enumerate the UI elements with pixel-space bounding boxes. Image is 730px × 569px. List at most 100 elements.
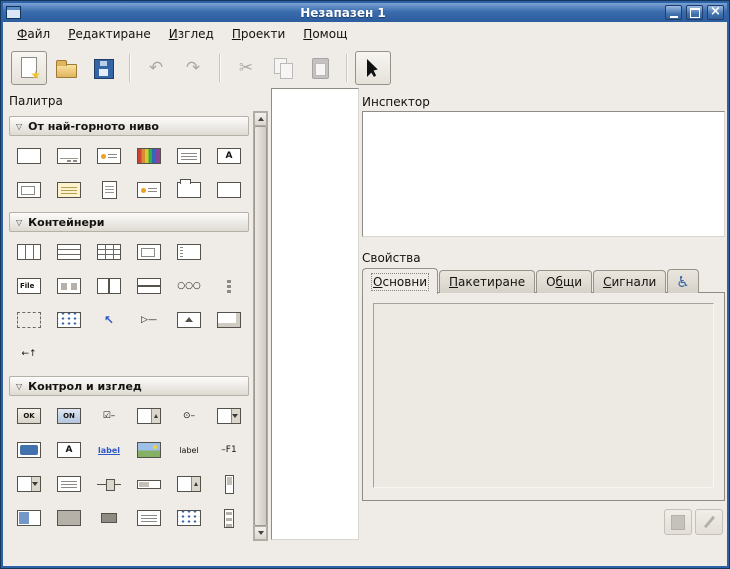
menu-item-help[interactable]: Помощ: [294, 23, 356, 45]
palette-item-vscrollbar[interactable]: [209, 467, 249, 501]
tab-general[interactable]: Основни: [362, 268, 438, 294]
menu-item-file[interactable]: Файл: [8, 23, 59, 45]
properties-actions: [664, 509, 723, 535]
menu-item-edit[interactable]: Редактиране: [59, 23, 160, 45]
toolbar-button-redo[interactable]: ↷: [175, 51, 211, 85]
palette-item-frame[interactable]: [129, 235, 169, 269]
palette-item-gnome-about[interactable]: [89, 173, 129, 207]
toolbar-button-undo[interactable]: ↶: [138, 51, 174, 85]
palette-item-vseparator[interactable]: [209, 501, 249, 535]
scrollbar-up-button[interactable]: [254, 112, 267, 126]
palette-item-input-dialog[interactable]: [9, 173, 49, 207]
palette-item-text-entry[interactable]: [9, 433, 49, 467]
palette-item-list[interactable]: [129, 501, 169, 535]
palette-section-header-containers[interactable]: ▽ Контейнери: [9, 212, 249, 232]
palette-scrollbar[interactable]: [253, 111, 268, 541]
palette-item-hbutton-box[interactable]: ○○○: [169, 269, 209, 303]
palette-item-scrolled-window[interactable]: [209, 303, 249, 337]
palette-item-viewport[interactable]: [169, 303, 209, 337]
palette-item-gnome-message-box[interactable]: [129, 173, 169, 207]
palette-item-gnome-druid[interactable]: [209, 173, 249, 207]
palette-item-window[interactable]: [9, 139, 49, 173]
palette-item-hbox[interactable]: [9, 235, 49, 269]
toolbar-button-selector[interactable]: [355, 51, 391, 85]
palette-item-gnome-dialog[interactable]: [49, 173, 89, 207]
palette-item-table[interactable]: [89, 235, 129, 269]
tab-signals[interactable]: Сигнали: [593, 270, 666, 293]
scrollbar-thumb[interactable]: [254, 126, 267, 526]
toolbar-icon: ↶: [144, 56, 168, 80]
palette-item-check-button[interactable]: ☑–: [89, 399, 129, 433]
palette-item-icon: [57, 312, 81, 328]
window-menu-icon[interactable]: [6, 6, 21, 19]
palette-section-header-toplevel[interactable]: ▽ От най-горното ниво: [9, 116, 249, 136]
palette-item-arrow[interactable]: ▷—: [129, 303, 169, 337]
toolbar-button-paste[interactable]: [302, 51, 338, 85]
tab-packing[interactable]: Пакетиране: [439, 270, 535, 293]
properties-button-edit[interactable]: [695, 509, 723, 535]
palette-item-icon: [17, 182, 41, 198]
inspector-view[interactable]: [362, 111, 725, 237]
palette-item-href-link[interactable]: label: [89, 433, 129, 467]
palette-item-label[interactable]: label: [169, 433, 209, 467]
palette-item-spin-button[interactable]: [169, 467, 209, 501]
palette-item-icon-view[interactable]: [169, 501, 209, 535]
toolbar-button-new[interactable]: [11, 51, 47, 85]
palette-item-message-dialog[interactable]: [89, 139, 129, 173]
palette-item-icon: [177, 182, 201, 198]
palette-item-toggle-button[interactable]: ON: [49, 399, 89, 433]
menu-item-projects[interactable]: Проекти: [223, 23, 294, 45]
maximize-button[interactable]: [686, 5, 703, 20]
scrollbar-down-button[interactable]: [254, 526, 267, 540]
toolbar-button-save[interactable]: [85, 51, 121, 85]
palette-item-menu-bar[interactable]: File: [9, 269, 49, 303]
palette-item-vpaned[interactable]: [129, 269, 169, 303]
palette-item-hscale[interactable]: [89, 467, 129, 501]
palette-title: Палитра: [9, 94, 249, 110]
palette-item-vbutton-box[interactable]: [209, 269, 249, 303]
palette-item-hseparator[interactable]: [89, 501, 129, 535]
palette-item-dialog[interactable]: [49, 139, 89, 173]
toolbar-button-open[interactable]: [48, 51, 84, 85]
palette-item-combo[interactable]: [9, 467, 49, 501]
palette-item-combo-box-entry[interactable]: [129, 399, 169, 433]
minimize-button[interactable]: [665, 5, 682, 20]
palette-item-icon: [137, 442, 161, 458]
palette-item-icon: [137, 244, 161, 260]
properties-button-information[interactable]: [664, 509, 692, 535]
menu-item-view[interactable]: Изглед: [160, 23, 223, 45]
palette-item-file-selection[interactable]: [169, 139, 209, 173]
palette-item-font-selection-dialog[interactable]: A: [209, 139, 249, 173]
toolbar-button-cut[interactable]: ✂: [228, 51, 264, 85]
palette-item-radio-button[interactable]: ⊙–: [169, 399, 209, 433]
palette-item-button[interactable]: OK: [9, 399, 49, 433]
palette-item-gnome-property-box[interactable]: [169, 173, 209, 207]
palette-section-header-controls[interactable]: ▽ Контрол и изглед: [9, 376, 249, 396]
palette-item-event-box[interactable]: [9, 303, 49, 337]
palette-item-text-view[interactable]: [49, 467, 89, 501]
tab-accessibility[interactable]: ♿: [667, 269, 698, 293]
palette-item-statusbar[interactable]: [49, 501, 89, 535]
palette-item-alignment[interactable]: ←↑: [9, 337, 49, 371]
palette-item-fixed[interactable]: [209, 235, 249, 269]
palette-item-entry[interactable]: A: [49, 433, 89, 467]
palette-item-toolbar[interactable]: [49, 269, 89, 303]
titlebar[interactable]: Незапазен 1: [3, 3, 727, 22]
palette-item-option-menu[interactable]: [209, 399, 249, 433]
palette-item-color-selection-dialog[interactable]: [129, 139, 169, 173]
palette-item-hscrollbar[interactable]: [129, 467, 169, 501]
toolbar-button-copy[interactable]: [265, 51, 301, 85]
palette-item-image[interactable]: [129, 433, 169, 467]
palette-item-hpaned[interactable]: [89, 269, 129, 303]
palette-item-handle-box[interactable]: [169, 235, 209, 269]
palette-item-icon: [177, 312, 201, 328]
close-button[interactable]: [707, 5, 724, 20]
toolbar-icon: [17, 56, 41, 80]
palette-item-progress-bar[interactable]: [9, 501, 49, 535]
palette-item-accel-label[interactable]: –F1: [209, 433, 249, 467]
tab-common[interactable]: Общи: [536, 270, 592, 293]
palette-item-vbox[interactable]: [49, 235, 89, 269]
palette-item-custom-widget[interactable]: ↖: [89, 303, 129, 337]
palette-item-layout[interactable]: [49, 303, 89, 337]
workspace[interactable]: [271, 88, 359, 540]
